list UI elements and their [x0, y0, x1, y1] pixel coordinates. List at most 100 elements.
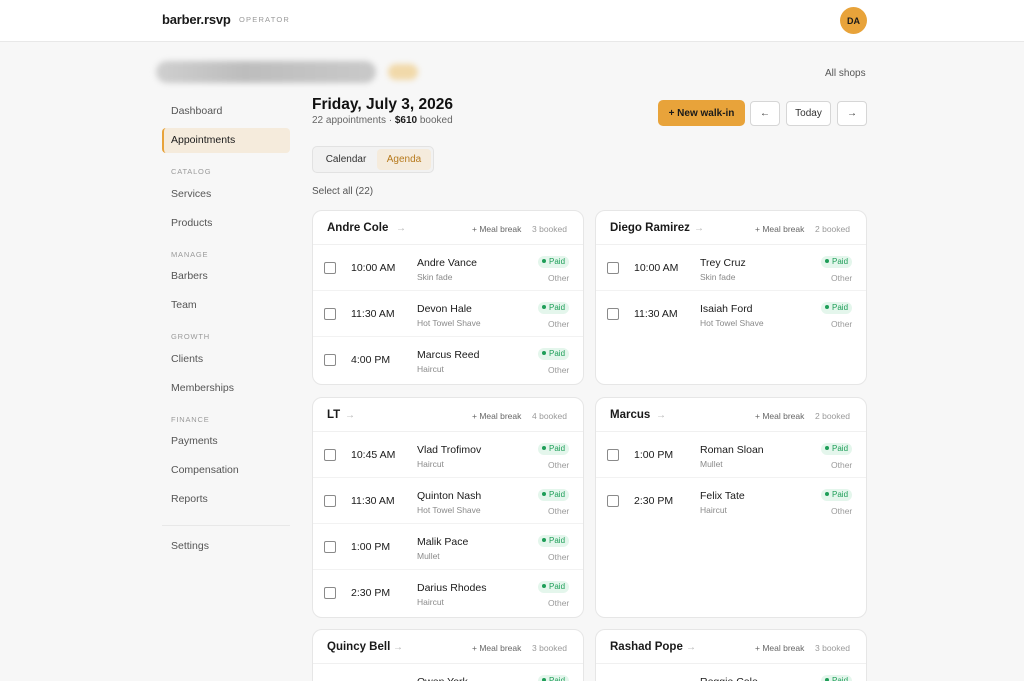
booked-count: 2 booked	[815, 224, 850, 234]
appointment-row[interactable]: 11:30 AM Isaiah Ford Hot Towel Shave Paid Ot…	[596, 291, 866, 337]
payment-method: Other	[548, 273, 570, 283]
logo[interactable]: barber.rsvp	[162, 12, 231, 27]
arrow-right-icon[interactable]: →	[686, 642, 696, 653]
booked-count: 2 booked	[815, 411, 850, 421]
appointment-checkbox[interactable]	[324, 308, 336, 320]
new-walkin-button[interactable]: + New walk-in	[658, 100, 745, 126]
page-summary: 22 appointments · $610 booked	[312, 115, 453, 126]
appointment-checkbox[interactable]	[324, 587, 336, 599]
appointment-checkbox[interactable]	[324, 262, 336, 274]
tab-calendar[interactable]: Calendar	[315, 149, 377, 170]
barber-card-header: Marcus → + Meal break 2 booked	[596, 398, 866, 432]
client-name[interactable]: Reggie Cole	[700, 676, 758, 681]
client-name[interactable]: Felix Tate	[700, 490, 745, 502]
appointment-row[interactable]: Reggie ColePaidOther	[596, 664, 866, 681]
appointment-row[interactable]: 11:30 AM Devon Hale Hot Towel Shave Paid Oth…	[313, 291, 583, 337]
meal-break-button[interactable]: + Meal break	[472, 411, 521, 421]
meal-break-button[interactable]: + Meal break	[755, 224, 804, 234]
select-all-link[interactable]: Select all (22)	[312, 186, 373, 197]
barber-name[interactable]: LT	[327, 409, 340, 421]
meal-break-button[interactable]: + Meal break	[755, 411, 804, 421]
appointment-row[interactable]: 11:30 AM Quinton Nash Hot Towel Shave Paid O…	[313, 478, 583, 524]
meal-break-button[interactable]: + Meal break	[472, 224, 521, 234]
sidebar-item-reports[interactable]: Reports	[162, 487, 290, 512]
status-dot-icon	[542, 446, 546, 450]
appointment-checkbox[interactable]	[607, 449, 619, 461]
client-name[interactable]: Vlad Trofimov	[417, 444, 481, 456]
sidebar-item-products[interactable]: Products	[162, 211, 290, 236]
appointment-checkbox[interactable]	[607, 308, 619, 320]
appointment-time: 10:00 AM	[351, 262, 396, 274]
status-badge: Paid	[538, 675, 570, 681]
status-badge: Paid	[538, 535, 570, 547]
appointment-row[interactable]: 10:00 AM Andre Vance Skin fade Paid Other	[313, 245, 583, 291]
appointment-row[interactable]: 10:45 AM Vlad Trofimov Haircut Paid Other	[313, 432, 583, 478]
appointment-checkbox[interactable]	[324, 449, 336, 461]
arrow-right-icon[interactable]: →	[345, 410, 355, 421]
status-badge: Paid	[538, 302, 570, 314]
prev-day-button[interactable]: ←	[750, 101, 780, 126]
arrow-right-icon[interactable]: →	[694, 223, 704, 234]
barber-name[interactable]: Quincy Bell	[327, 641, 390, 653]
meal-break-button[interactable]: + Meal break	[472, 643, 521, 653]
sidebar-item-barbers[interactable]: Barbers	[162, 264, 290, 289]
payment-method: Other	[548, 598, 570, 608]
appointment-row[interactable]: 2:30 PM Darius Rhodes Haircut Paid Other	[313, 570, 583, 616]
barber-card: Rashad Pope→ + Meal break 3 booked Reggie C…	[595, 629, 867, 681]
appointment-row[interactable]: 2:30 PM Felix Tate Haircut Paid Other	[596, 478, 866, 524]
barber-name[interactable]: Diego Ramirez	[610, 222, 690, 234]
arrow-right-icon[interactable]: →	[393, 642, 403, 653]
appointment-row[interactable]: 4:00 PM Marcus Reed Haircut Paid Other	[313, 337, 583, 383]
barber-name[interactable]: Andre Cole	[327, 222, 388, 234]
tab-agenda[interactable]: Agenda	[377, 149, 431, 170]
client-name[interactable]: Andre Vance	[417, 257, 477, 269]
next-day-button[interactable]: →	[837, 101, 867, 126]
appointment-row[interactable]: 1:00 PM Roman Sloan Mullet Paid Other	[596, 432, 866, 478]
booked-count: 3 booked	[532, 643, 567, 653]
client-name[interactable]: Malik Pace	[417, 536, 468, 548]
shop-badge-redacted	[388, 64, 418, 80]
appointment-row[interactable]: 10:00 AM Trey Cruz Skin fade Paid Other	[596, 245, 866, 291]
client-name[interactable]: Marcus Reed	[417, 349, 479, 361]
client-name[interactable]: Roman Sloan	[700, 444, 764, 456]
sidebar-item-clients[interactable]: Clients	[162, 347, 290, 372]
sidebar-item-memberships[interactable]: Memberships	[162, 376, 290, 401]
today-button[interactable]: Today	[786, 101, 831, 126]
booked-count: 3 booked	[532, 224, 567, 234]
sidebar-item-payments[interactable]: Payments	[162, 429, 290, 454]
client-name[interactable]: Owen York	[417, 676, 468, 681]
avatar[interactable]: DA	[840, 7, 867, 34]
client-name[interactable]: Quinton Nash	[417, 490, 481, 502]
arrow-right-icon[interactable]: →	[656, 410, 666, 421]
status-label: Paid	[549, 349, 566, 358]
payment-method: Other	[831, 460, 853, 470]
appointment-checkbox[interactable]	[607, 262, 619, 274]
client-name[interactable]: Devon Hale	[417, 303, 472, 315]
client-name[interactable]: Isaiah Ford	[700, 303, 753, 315]
booked-count: 3 booked	[815, 643, 850, 653]
arrow-right-icon[interactable]: →	[396, 223, 406, 234]
status-badge: Paid	[538, 348, 570, 360]
barber-card: Marcus → + Meal break 2 booked 1:00 PM Roman …	[595, 397, 867, 618]
barber-name[interactable]: Marcus	[610, 409, 650, 421]
sidebar-item-compensation[interactable]: Compensation	[162, 458, 290, 483]
sidebar-item-dashboard[interactable]: Dashboard	[162, 99, 290, 124]
appointment-row[interactable]: Owen YorkPaidOther	[313, 664, 583, 681]
sidebar-item-services[interactable]: Services	[162, 182, 290, 207]
client-name[interactable]: Trey Cruz	[700, 257, 746, 269]
sidebar-item-team[interactable]: Team	[162, 293, 290, 318]
appointment-row[interactable]: 1:00 PM Malik Pace Mullet Paid Other	[313, 524, 583, 570]
meal-break-button[interactable]: + Meal break	[755, 643, 804, 653]
client-name[interactable]: Darius Rhodes	[417, 582, 486, 594]
sidebar-item-appointments[interactable]: Appointments	[162, 128, 290, 153]
status-badge: Paid	[538, 256, 570, 268]
all-shops-link[interactable]: All shops	[825, 68, 866, 79]
appointment-checkbox[interactable]	[324, 541, 336, 553]
status-dot-icon	[542, 584, 546, 588]
appointment-checkbox[interactable]	[324, 354, 336, 366]
barber-name[interactable]: Rashad Pope	[610, 641, 683, 653]
shop-name-redacted	[156, 61, 376, 83]
appointment-checkbox[interactable]	[607, 495, 619, 507]
appointment-checkbox[interactable]	[324, 495, 336, 507]
sidebar-item-settings[interactable]: Settings	[162, 534, 290, 559]
